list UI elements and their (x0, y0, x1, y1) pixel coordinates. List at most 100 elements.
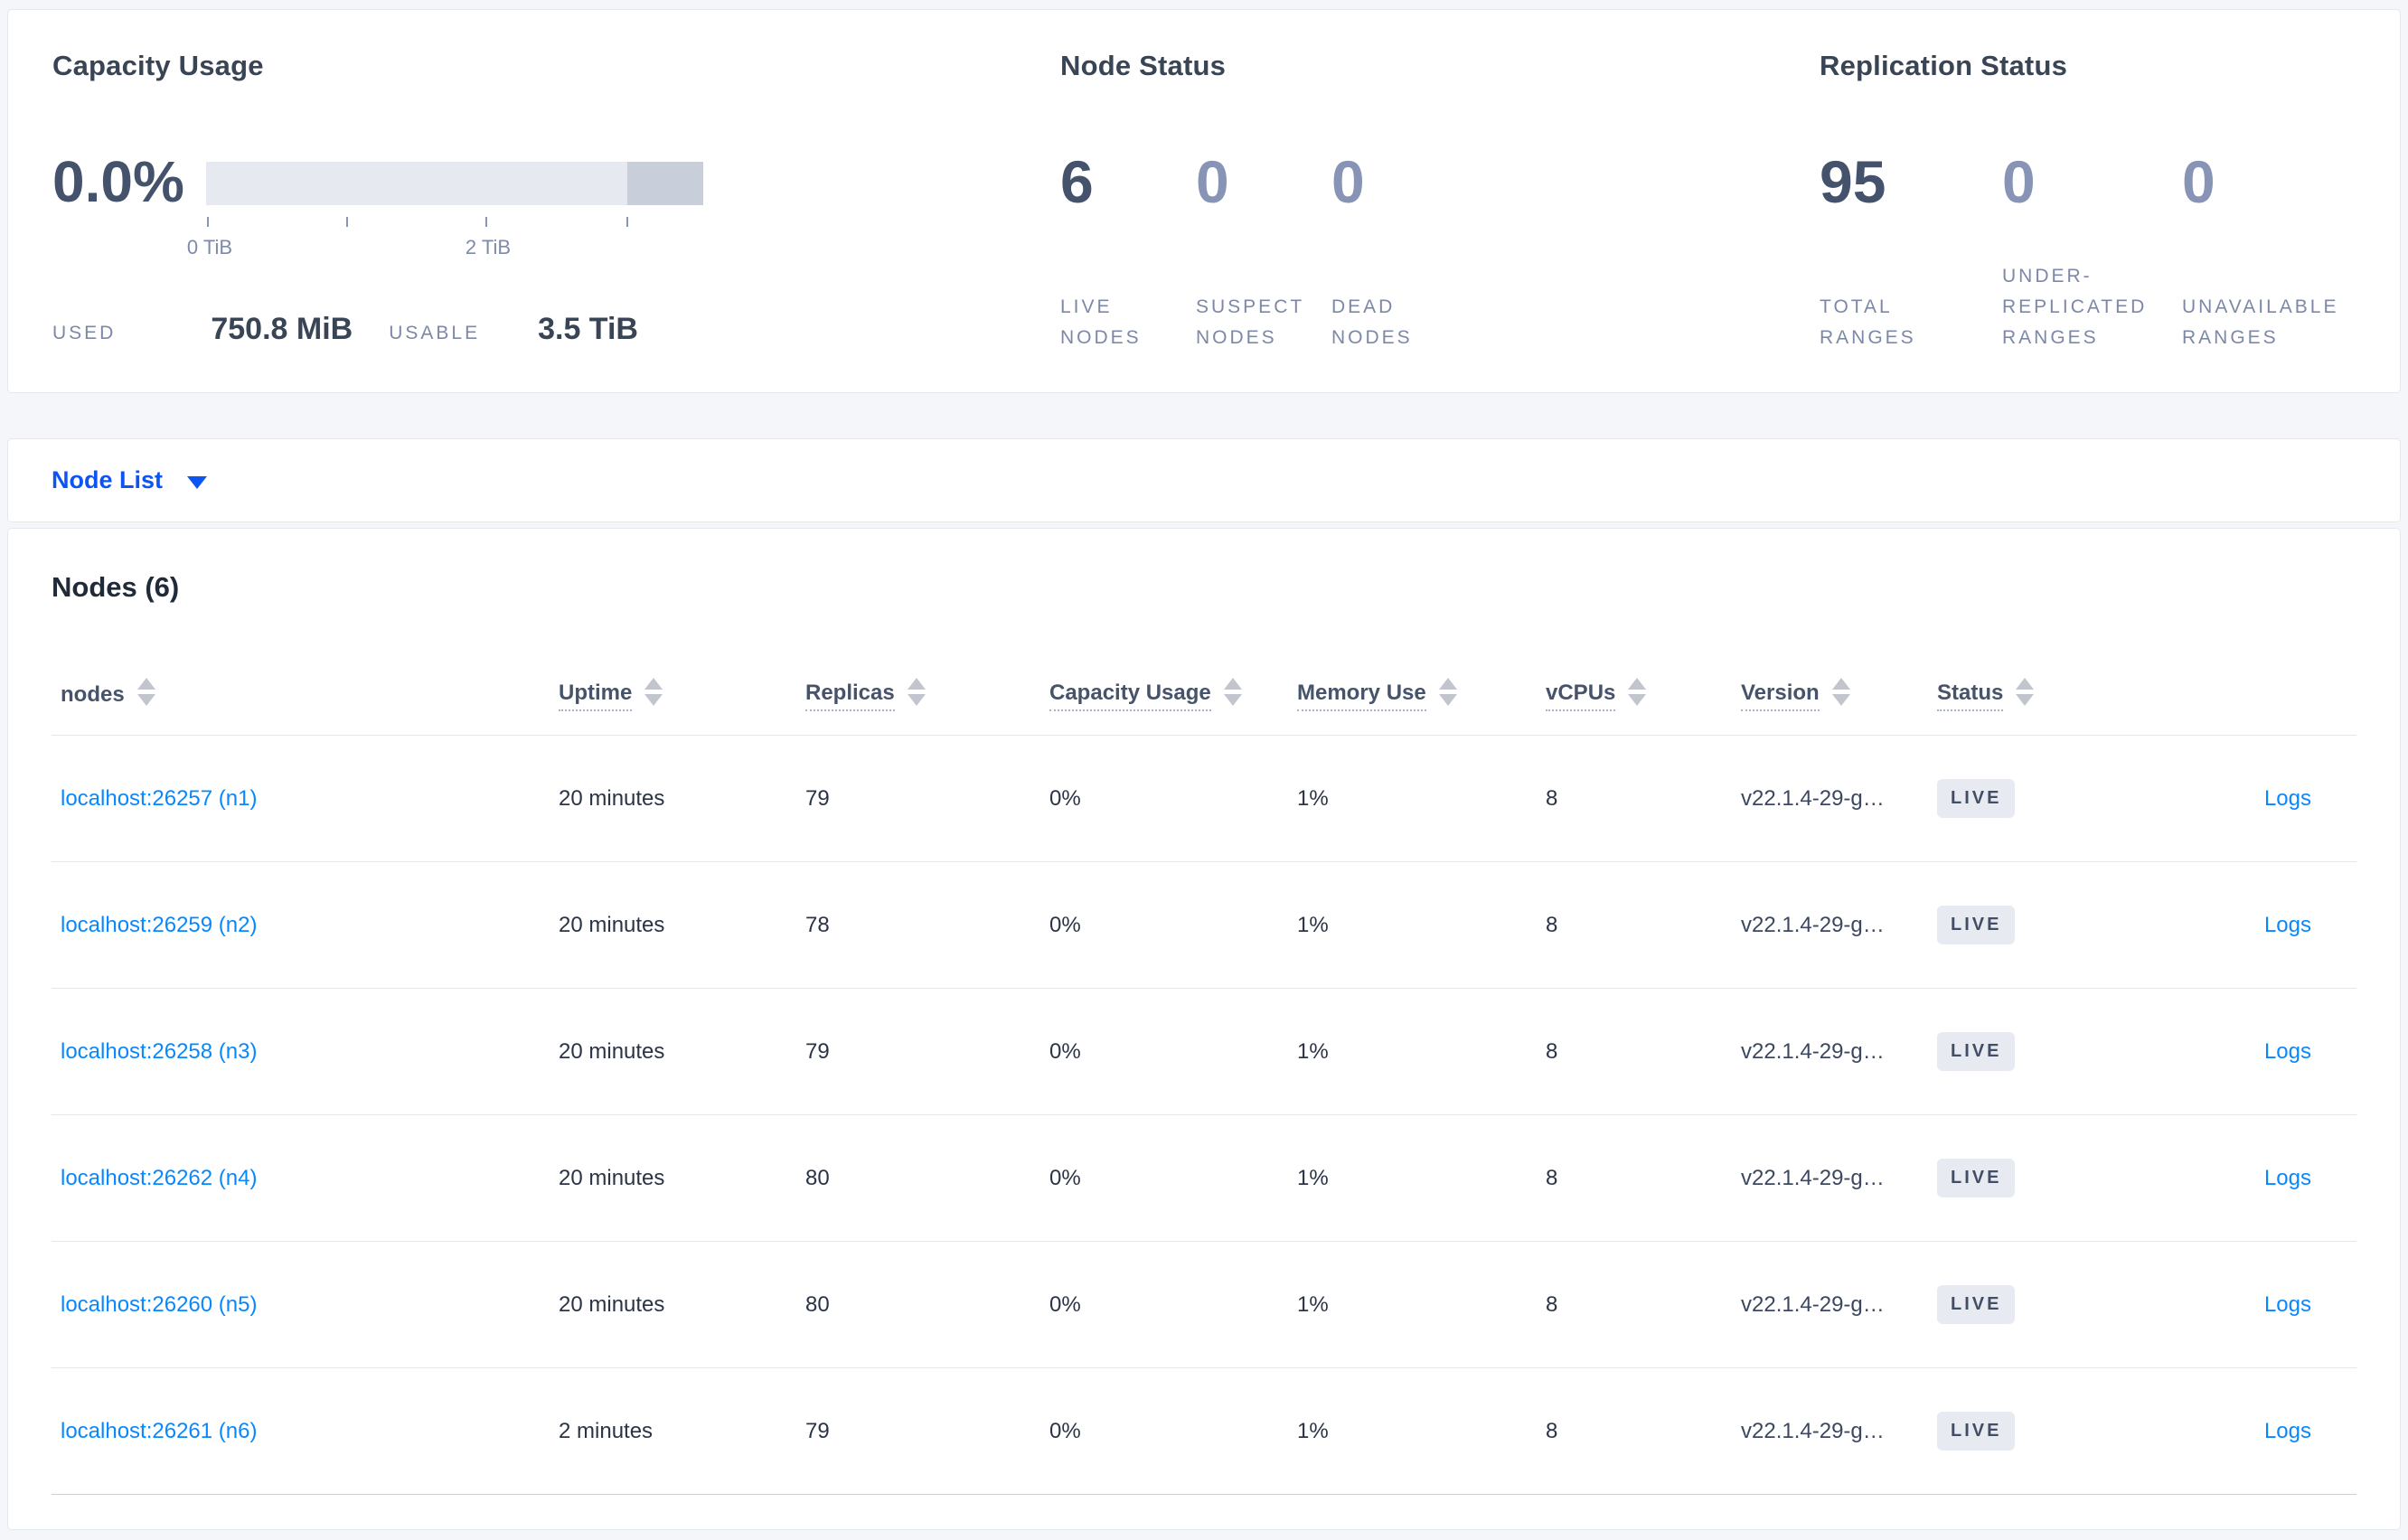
node-list-dropdown-label[interactable]: Node List (52, 466, 163, 494)
sort-icon[interactable] (1223, 678, 1242, 706)
nodes-table-header: nodes Uptime Replicas Capacity Usage Mem… (52, 608, 2356, 736)
column-header-vcpus[interactable]: vCPUs (1546, 678, 1741, 711)
column-header-replicas[interactable]: Replicas (805, 678, 1049, 711)
nodes-table-card: Nodes (6) nodes Uptime Replicas Capacity… (7, 528, 2401, 1530)
version-cell: v22.1.4-29-g… (1741, 913, 1937, 938)
sort-icon[interactable] (136, 678, 155, 706)
live-nodes-stat: 6 LIVE NODES (1060, 146, 1196, 353)
capacity-usage-cell: 0% (1049, 1418, 1081, 1443)
logs-link[interactable]: Logs (2264, 1166, 2311, 1190)
status-badge: LIVE (1937, 779, 2016, 818)
node-address-link[interactable]: localhost:26260 (n5) (61, 1292, 257, 1317)
node-address-cell: localhost:26258 (n3) (52, 1039, 559, 1065)
capacity-tick (346, 217, 348, 227)
column-header-label[interactable]: Capacity Usage (1049, 681, 1211, 711)
nodes-table-title: Nodes (6) (52, 571, 180, 603)
vcpus-cell: 8 (1546, 785, 1558, 811)
version-cell: v22.1.4-29-g… (1741, 1039, 1937, 1065)
node-address-cell: localhost:26261 (n6) (52, 1419, 559, 1444)
table-row: localhost:26261 (n6) 2 minutes 79 0% 1% … (52, 1368, 2356, 1495)
table-row: localhost:26262 (n4) 20 minutes 80 0% 1%… (52, 1115, 2356, 1242)
column-header-memory-use[interactable]: Memory Use (1297, 678, 1546, 711)
node-address-cell: localhost:26257 (n1) (52, 786, 559, 812)
live-nodes-value: 6 (1060, 148, 1094, 215)
node-address-link[interactable]: localhost:26261 (n6) (61, 1419, 257, 1443)
node-address-link[interactable]: localhost:26257 (n1) (61, 786, 257, 811)
table-row: localhost:26258 (n3) 20 minutes 79 0% 1%… (52, 989, 2356, 1115)
capacity-usage-footer: USED 750.8 MiB USABLE 3.5 TiB (52, 312, 638, 347)
memory-use-cell: 1% (1297, 1165, 1329, 1190)
capacity-tick (485, 217, 487, 227)
status-cell: LIVE (1937, 1159, 2145, 1197)
column-header-label[interactable]: Uptime (559, 681, 633, 711)
uptime-cell: 20 minutes (559, 1038, 665, 1064)
version-text: v22.1.4-29-g… (1741, 912, 1885, 937)
sort-icon[interactable] (644, 678, 663, 706)
node-address-link[interactable]: localhost:26259 (n2) (61, 913, 257, 937)
uptime-cell: 20 minutes (559, 912, 665, 937)
table-row: localhost:26260 (n5) 20 minutes 80 0% 1%… (52, 1242, 2356, 1368)
logs-link[interactable]: Logs (2264, 1039, 2311, 1064)
dead-nodes-stat: 0 DEAD NODES (1331, 146, 1494, 353)
version-text: v22.1.4-29-g… (1741, 1291, 1885, 1317)
sort-icon[interactable] (1831, 678, 1850, 706)
used-label: USED (52, 323, 117, 343)
status-badge: LIVE (1937, 1285, 2016, 1324)
logs-link[interactable]: Logs (2264, 913, 2311, 937)
used-value: 750.8 MiB (211, 312, 353, 346)
node-address-cell: localhost:26262 (n4) (52, 1166, 559, 1191)
under-replicated-ranges-label: UNDER-REPLICATED RANGES (2002, 266, 2148, 348)
node-address-link[interactable]: localhost:26262 (n4) (61, 1166, 257, 1190)
column-header-nodes[interactable]: nodes (52, 678, 559, 711)
column-header-version[interactable]: Version (1741, 678, 1937, 711)
capacity-tick-label: 0 TiB (186, 236, 233, 258)
column-header-label[interactable]: Status (1937, 681, 2004, 711)
replicas-cell: 79 (805, 1418, 830, 1443)
node-address-link[interactable]: localhost:26258 (n3) (61, 1039, 257, 1064)
table-row: localhost:26259 (n2) 20 minutes 78 0% 1%… (52, 862, 2356, 989)
status-cell: LIVE (1937, 1032, 2145, 1071)
logs-link[interactable]: Logs (2264, 786, 2311, 811)
sort-icon[interactable] (907, 678, 926, 706)
sort-icon[interactable] (1438, 678, 1457, 706)
column-header-uptime[interactable]: Uptime (559, 678, 805, 711)
column-header-status[interactable]: Status (1937, 678, 2145, 711)
logs-cell: Logs (2145, 1039, 2356, 1065)
column-header-label[interactable]: Version (1741, 681, 1820, 711)
logs-link[interactable]: Logs (2264, 1292, 2311, 1317)
capacity-tick-label: 2 TiB (465, 236, 512, 258)
logs-link[interactable]: Logs (2264, 1419, 2311, 1443)
node-list-dropdown[interactable]: Node List (52, 466, 208, 494)
usable-label: USABLE (389, 323, 481, 343)
column-header-label[interactable]: vCPUs (1546, 681, 1616, 711)
capacity-usage-cell: 0% (1049, 912, 1081, 937)
dead-nodes-label: DEAD NODES (1331, 296, 1413, 348)
view-selector-bar: Node List (7, 438, 2401, 522)
capacity-usage-cell: 0% (1049, 1291, 1081, 1317)
version-text: v22.1.4-29-g… (1741, 1418, 1885, 1443)
table-row: localhost:26257 (n1) 20 minutes 79 0% 1%… (52, 736, 2356, 862)
status-badge: LIVE (1937, 1412, 2016, 1451)
status-badge: LIVE (1937, 1032, 2016, 1071)
column-header-capacity-usage[interactable]: Capacity Usage (1049, 678, 1297, 711)
sort-icon[interactable] (2016, 678, 2035, 706)
capacity-usage-cell: 0% (1049, 1038, 1081, 1064)
vcpus-cell: 8 (1546, 1038, 1558, 1064)
version-cell: v22.1.4-29-g… (1741, 1419, 1937, 1444)
version-cell: v22.1.4-29-g… (1741, 1166, 1937, 1191)
sort-icon[interactable] (1628, 678, 1647, 706)
version-cell: v22.1.4-29-g… (1741, 786, 1937, 812)
column-header-label[interactable]: Replicas (805, 681, 895, 711)
logs-cell: Logs (2145, 1166, 2356, 1191)
chevron-down-icon[interactable] (187, 475, 208, 489)
node-status-stats: 6 LIVE NODES 0 SUSPECT NODES 0 DEAD NODE… (1060, 146, 1494, 353)
column-header-label[interactable]: Memory Use (1297, 681, 1426, 711)
status-badge: LIVE (1937, 906, 2016, 944)
node-status-title: Node Status (1060, 50, 1227, 81)
node-address-cell: localhost:26259 (n2) (52, 913, 559, 938)
under-replicated-ranges-value: 0 (2002, 148, 2036, 215)
uptime-cell: 20 minutes (559, 1291, 665, 1317)
capacity-tick (207, 217, 209, 227)
column-header-label[interactable]: nodes (61, 682, 125, 711)
capacity-usage-title: Capacity Usage (52, 50, 264, 81)
